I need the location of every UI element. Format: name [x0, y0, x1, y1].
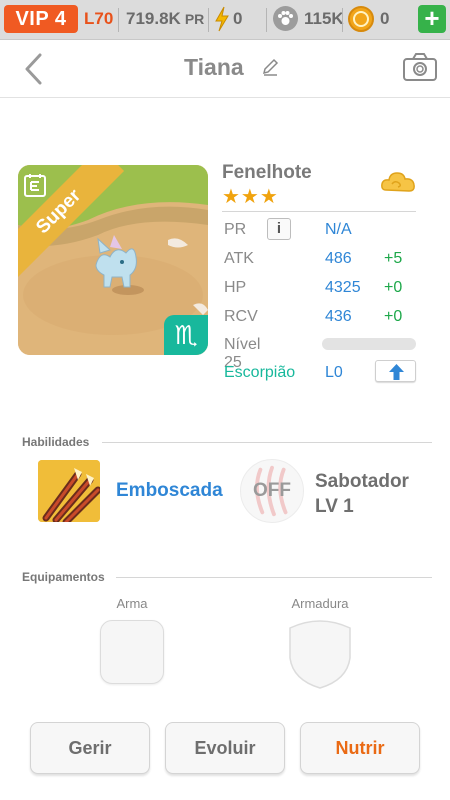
section-divider: [102, 442, 432, 443]
star-rating: ★★★: [222, 186, 279, 208]
coin-icon: [348, 6, 374, 32]
pet-name: Fenelhote: [222, 162, 312, 183]
power-value: 719.8K PR: [126, 9, 205, 28]
stat-label: RCV: [224, 308, 258, 325]
player-level: L70: [84, 9, 114, 28]
passive-skill-name[interactable]: Sabotador LV 1: [315, 469, 409, 519]
weapon-label: Arma: [116, 596, 148, 611]
stats-divider: [222, 211, 416, 212]
camera-icon[interactable]: [402, 52, 438, 82]
vip-badge[interactable]: VIP 4: [4, 5, 78, 33]
evolve-button[interactable]: Evoluir: [165, 722, 285, 774]
upgrade-zodiac-button[interactable]: [375, 360, 416, 382]
stat-label: ATK: [224, 250, 254, 267]
add-coins-button[interactable]: +: [418, 5, 446, 33]
zodiac-level: L0: [325, 364, 343, 381]
stat-value: 4325: [325, 279, 361, 296]
paw-icon: [273, 6, 298, 31]
lightning-icon: [215, 6, 229, 32]
divider: [266, 8, 267, 32]
skills-section-title: Habilidades: [22, 435, 90, 449]
stat-bonus: +0: [384, 279, 403, 296]
energy-value: 0: [233, 9, 243, 28]
stat-label: PR: [224, 221, 247, 238]
info-button[interactable]: i: [267, 218, 291, 240]
paw-value: 115K: [304, 9, 344, 28]
stat-bonus: +0: [384, 308, 403, 325]
armor-slot[interactable]: [287, 618, 353, 690]
stat-value: N/A: [325, 221, 352, 238]
status-bar: VIP 4 L70 719.8K PR 0 115K 0 +: [0, 0, 450, 40]
section-divider: [116, 577, 432, 578]
stat-value: 486: [325, 250, 352, 267]
level-progress-bar: [322, 338, 416, 350]
divider: [118, 8, 119, 32]
passive-skill-state: OFF: [253, 480, 291, 501]
stat-bonus: +5: [384, 250, 403, 267]
weapon-slot[interactable]: [100, 620, 164, 684]
manage-button[interactable]: Gerir: [30, 722, 150, 774]
armor-label: Armadura: [291, 596, 349, 611]
passive-skill-level: LV 1: [315, 496, 354, 517]
divider: [208, 8, 209, 32]
claw-strike-icon: [38, 460, 100, 522]
passive-skill-title: Sabotador: [315, 471, 409, 492]
stat-label: HP: [224, 279, 247, 296]
back-icon[interactable]: [22, 52, 44, 86]
ambush-skill-icon[interactable]: [38, 460, 100, 522]
feed-button[interactable]: Nutrir: [300, 722, 420, 774]
page-title: Tiana: [184, 54, 244, 80]
arrow-up-icon: [389, 364, 404, 380]
coin-value: 0: [380, 9, 390, 28]
stat-value: 436: [325, 308, 352, 325]
equipment-section-title: Equipamentos: [22, 570, 105, 584]
page-header: Tiana: [0, 40, 450, 98]
pet-card[interactable]: Super ♏: [18, 165, 208, 355]
card-list-icon: [24, 174, 46, 197]
cloud-element-icon: [381, 172, 415, 192]
divider: [342, 8, 343, 32]
active-skill-name[interactable]: Emboscada: [116, 480, 223, 502]
zodiac-icon: ♏: [164, 315, 208, 355]
zodiac-name: Escorpião: [224, 364, 296, 381]
edit-icon[interactable]: [261, 58, 279, 76]
